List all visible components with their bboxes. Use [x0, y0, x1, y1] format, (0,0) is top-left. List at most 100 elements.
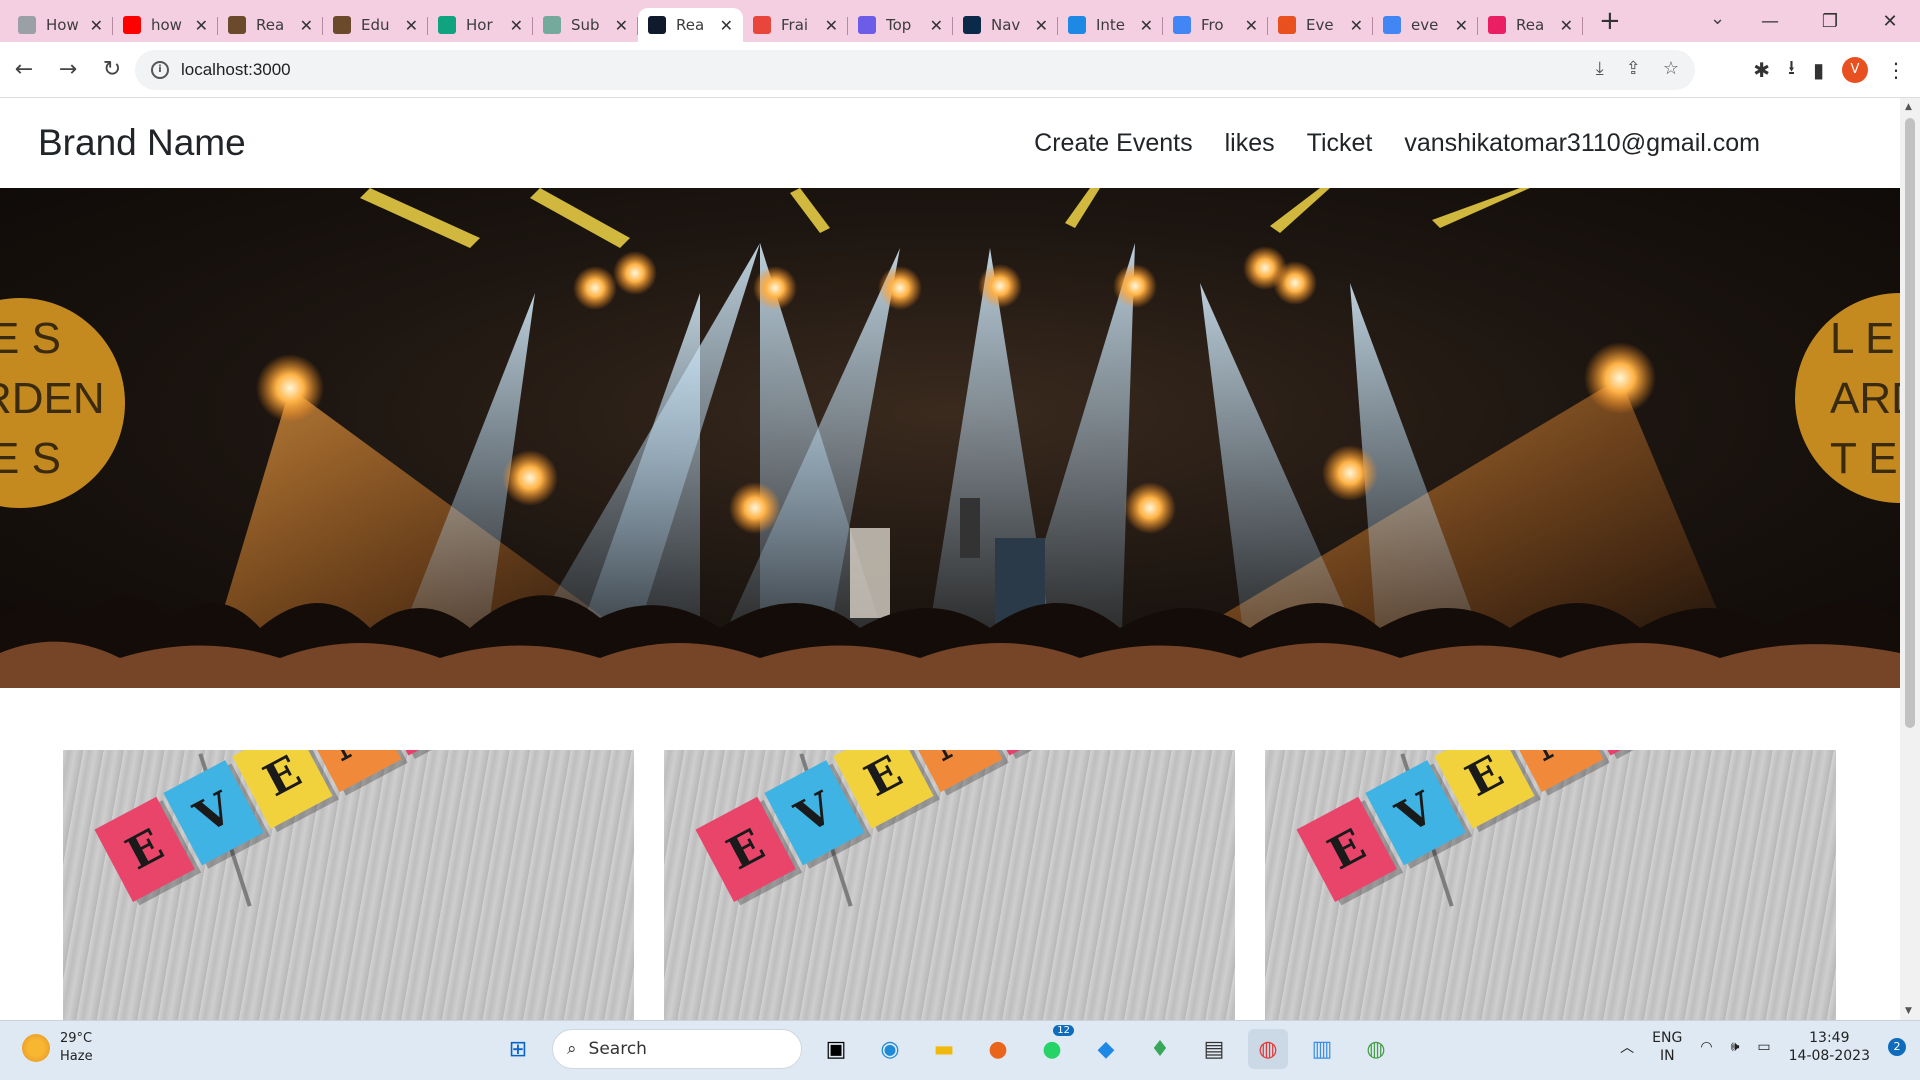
browser-tab[interactable]: Edu ✕: [323, 8, 428, 42]
browser-tab[interactable]: Rea ✕: [1478, 8, 1583, 42]
file-explorer-icon[interactable]: ▬: [924, 1029, 964, 1069]
clock[interactable]: 13:49 14-08-2023: [1789, 1029, 1870, 1065]
downloads-icon[interactable]: ⭳: [1788, 53, 1795, 87]
taskbar-search-label: Search: [588, 1039, 647, 1059]
brand-name[interactable]: Brand Name: [38, 122, 246, 164]
event-card-image[interactable]: EVENTS: [1265, 750, 1836, 1020]
scroll-down-icon[interactable]: ▼: [1905, 1006, 1912, 1016]
nav-links: Create Events likes Ticket vanshikatomar…: [1034, 129, 1760, 158]
edge-browser-icon[interactable]: ◉: [870, 1029, 910, 1069]
windows-start-icon[interactable]: ⊞: [498, 1029, 538, 1069]
page-scrollbar[interactable]: ▲ ▼: [1900, 98, 1920, 1020]
language-indicator[interactable]: ENG IN: [1652, 1029, 1682, 1065]
back-icon[interactable]: ←: [4, 57, 44, 82]
extensions-icon[interactable]: ✱: [1753, 58, 1770, 82]
google-icon: [1383, 16, 1401, 34]
reload-icon[interactable]: ↻: [92, 57, 132, 82]
window-controls: — ❐ ✕: [1740, 0, 1920, 42]
close-tab-icon[interactable]: ✕: [1560, 16, 1573, 35]
task-view-icon[interactable]: ▣: [816, 1029, 856, 1069]
wifi-icon[interactable]: ◠: [1700, 1039, 1712, 1055]
browser-tab[interactable]: Sub ✕: [533, 8, 638, 42]
browser-tab[interactable]: Hor ✕: [428, 8, 533, 42]
browser-tab[interactable]: Eve ✕: [1268, 8, 1373, 42]
share-icon[interactable]: ⇪: [1626, 58, 1641, 79]
url-text[interactable]: localhost:3000: [181, 60, 291, 80]
site-info-icon[interactable]: i: [151, 61, 169, 79]
forward-icon[interactable]: →: [48, 57, 88, 82]
clock-time: 13:49: [1809, 1030, 1850, 1046]
browser-tab[interactable]: Rea ✕: [218, 8, 323, 42]
terminal-icon[interactable]: ▤: [1194, 1029, 1234, 1069]
site-navbar: Brand Name Create Events likes Ticket va…: [0, 98, 1900, 188]
browser-tab[interactable]: Rea ✕: [638, 8, 743, 42]
nav-likes[interactable]: likes: [1225, 129, 1275, 158]
battery-icon[interactable]: ▭: [1757, 1039, 1770, 1055]
close-tab-icon[interactable]: ✕: [405, 16, 418, 35]
weather-widget[interactable]: 29°C Haze: [22, 1030, 93, 1066]
browser-tab[interactable]: Inte ✕: [1058, 8, 1163, 42]
close-tab-icon[interactable]: ✕: [825, 16, 838, 35]
browser-tab-strip: How ✕ how ✕ Rea ✕ Edu ✕ Hor ✕ Sub ✕ Rea ✕ Frai ✕ Top ✕ Nav…: [0, 0, 1920, 42]
install-app-icon[interactable]: ⤓: [1596, 58, 1604, 79]
framer-icon: [753, 16, 771, 34]
event-card-image[interactable]: EVENTS: [664, 750, 1235, 1020]
browser-tab[interactable]: eve ✕: [1373, 8, 1478, 42]
svg-text:RDEN: RDEN: [0, 374, 105, 423]
tabler-icon: [858, 16, 876, 34]
profile-avatar[interactable]: V: [1842, 57, 1868, 83]
nav-create-events[interactable]: Create Events: [1034, 129, 1192, 158]
nav-ticket[interactable]: Ticket: [1307, 129, 1373, 158]
close-window-icon[interactable]: ✕: [1860, 11, 1920, 32]
haze-sun-icon: [22, 1034, 50, 1062]
chatgpt-icon: [543, 16, 561, 34]
address-bar[interactable]: i localhost:3000 ⤓ ⇪ ☆: [135, 50, 1695, 90]
vscode-icon[interactable]: ◆: [1086, 1029, 1126, 1069]
close-tab-icon[interactable]: ✕: [300, 16, 313, 35]
chrome-profile-icon[interactable]: ◍: [1356, 1029, 1396, 1069]
tab-title: How: [46, 16, 79, 34]
taskbar-search[interactable]: ⌕ Search: [552, 1029, 802, 1069]
firefox-icon[interactable]: ●: [978, 1029, 1018, 1069]
close-tab-icon[interactable]: ✕: [615, 16, 628, 35]
close-tab-icon[interactable]: ✕: [1245, 16, 1258, 35]
mongodb-icon[interactable]: ♦: [1140, 1029, 1180, 1069]
browser-tab[interactable]: Nav ✕: [953, 8, 1058, 42]
browser-tab[interactable]: How ✕: [8, 8, 113, 42]
concert-illustration: E S RDEN E S L E ARD T E: [0, 188, 1900, 688]
close-tab-icon[interactable]: ✕: [1140, 16, 1153, 35]
svg-text:E S: E S: [0, 314, 61, 363]
close-tab-icon[interactable]: ✕: [510, 16, 523, 35]
browser-tab[interactable]: Frai ✕: [743, 8, 848, 42]
minimize-icon[interactable]: —: [1740, 11, 1800, 32]
new-tab-icon[interactable]: +: [1599, 6, 1621, 36]
restore-icon[interactable]: ❐: [1800, 11, 1860, 32]
tab-search-icon[interactable]: ⌄: [1710, 8, 1725, 29]
side-panel-icon[interactable]: ▮: [1813, 58, 1824, 82]
close-tab-icon[interactable]: ✕: [1455, 16, 1468, 35]
browser-tab[interactable]: Top ✕: [848, 8, 953, 42]
page-icon: [228, 16, 246, 34]
close-tab-icon[interactable]: ✕: [195, 16, 208, 35]
volume-icon[interactable]: 🕪: [1731, 1039, 1740, 1055]
close-tab-icon[interactable]: ✕: [1350, 16, 1363, 35]
bookmark-star-icon[interactable]: ☆: [1663, 58, 1679, 79]
svg-text:ARD: ARD: [1830, 374, 1900, 423]
scrollbar-thumb[interactable]: [1905, 118, 1915, 728]
close-tab-icon[interactable]: ✕: [720, 16, 733, 35]
event-card-image[interactable]: EVENTS: [63, 750, 634, 1020]
close-tab-icon[interactable]: ✕: [90, 16, 103, 35]
close-tab-icon[interactable]: ✕: [1035, 16, 1048, 35]
chevron-up-icon[interactable]: ︿: [1620, 1037, 1634, 1057]
tab-title: Inte: [1096, 16, 1126, 34]
nav-user-email[interactable]: vanshikatomar3110@gmail.com: [1404, 129, 1760, 158]
notepad-icon[interactable]: ▥: [1302, 1029, 1342, 1069]
chrome-icon[interactable]: ◍: [1248, 1029, 1288, 1069]
scroll-up-icon[interactable]: ▲: [1905, 102, 1912, 112]
browser-tab[interactable]: how ✕: [113, 8, 218, 42]
browser-tab[interactable]: Fro ✕: [1163, 8, 1268, 42]
notification-count[interactable]: 2: [1888, 1038, 1906, 1056]
close-tab-icon[interactable]: ✕: [930, 16, 943, 35]
menu-kebab-icon[interactable]: ⋮: [1886, 58, 1906, 82]
whatsapp-icon[interactable]: ● 12: [1032, 1025, 1074, 1069]
